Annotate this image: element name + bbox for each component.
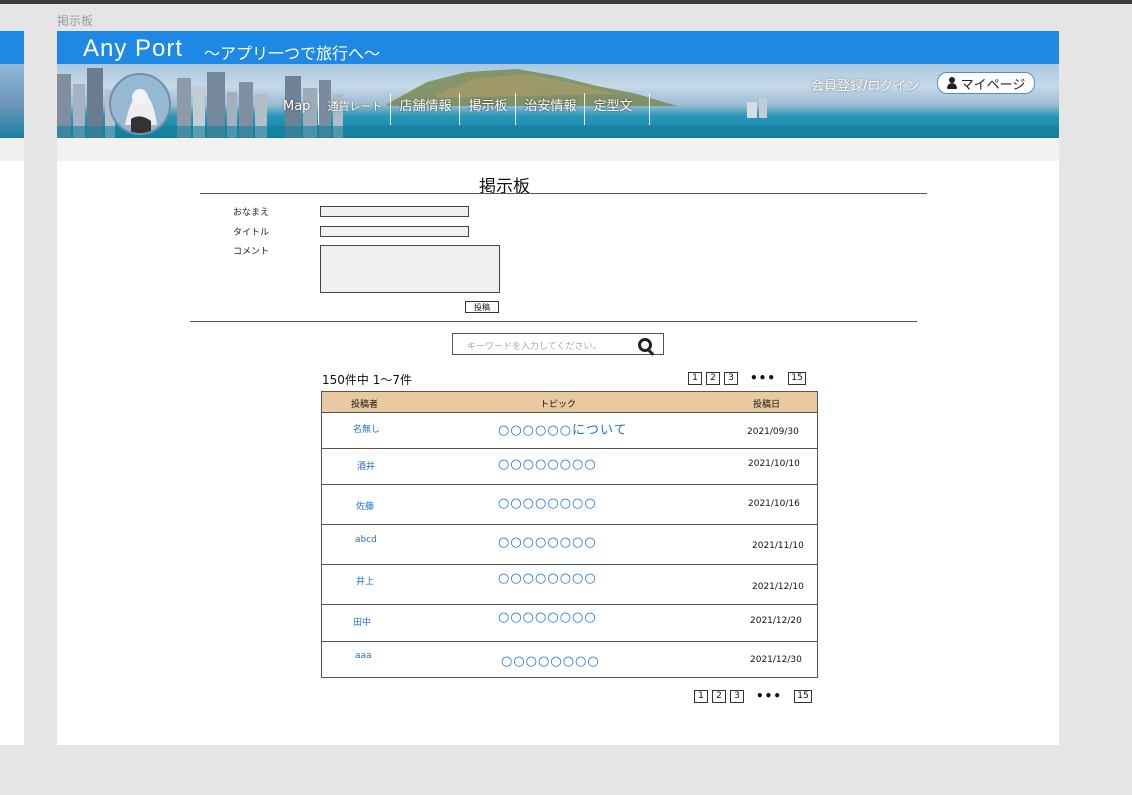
table-row[interactable]: 井上 ○○○○○○○○ 2021/12/10 (322, 565, 817, 605)
row-author[interactable]: 酒井 (357, 459, 375, 472)
app-header: Any Port 〜アプリ一つで旅行へ〜 (57, 31, 1059, 64)
post-button[interactable]: 投稿 (465, 301, 499, 313)
row-topic[interactable]: ○○○○○○について (498, 419, 628, 438)
nav-board[interactable]: 掲示板 (460, 93, 517, 125)
adjacent-frame-hero (0, 64, 24, 138)
page-last-button[interactable]: 15 (794, 689, 813, 703)
row-author[interactable]: 名無し (353, 422, 380, 435)
row-date: 2021/10/10 (748, 459, 800, 469)
adjacent-frame-header (0, 31, 24, 64)
row-author[interactable]: 佐藤 (356, 499, 374, 512)
result-count: 150件中 1〜7件 (322, 373, 412, 387)
table-row[interactable]: 酒井 ○○○○○○○○ 2021/10/10 (322, 449, 817, 485)
row-date: 2021/12/30 (750, 655, 802, 665)
nav-currency-rate[interactable]: 通貨レート (319, 93, 392, 125)
table-row[interactable]: 田中 ○○○○○○○○ 2021/12/20 (322, 605, 817, 642)
form-divider (190, 321, 917, 322)
row-author[interactable]: 井上 (356, 574, 374, 587)
nav-phrases[interactable]: 定型文 (585, 93, 650, 125)
row-author[interactable]: 田中 (353, 615, 371, 628)
page-2-button[interactable]: 2 (706, 371, 720, 385)
title-divider (200, 193, 927, 194)
page-3-button[interactable]: 3 (730, 689, 744, 703)
search-box[interactable]: キーワードを入力してください。 (452, 333, 664, 355)
row-author[interactable]: aaa (355, 651, 372, 661)
table-row[interactable]: abcd ○○○○○○○○ 2021/11/10 (322, 525, 817, 565)
row-author[interactable]: abcd (355, 535, 377, 545)
row-date: 2021/12/10 (752, 582, 804, 592)
row-topic[interactable]: ○○○○○○○○ (501, 654, 600, 669)
adjacent-frame (0, 31, 24, 745)
page-1-button[interactable]: 1 (688, 371, 702, 385)
hero-banner: Map 通貨レート 店舗情報 掲示板 治安情報 定型文 会員登録/ログイン マイ… (57, 64, 1059, 138)
table-row[interactable]: 名無し ○○○○○○について 2021/09/30 (322, 413, 817, 449)
col-date: 投稿日 (753, 400, 781, 410)
nav-map[interactable]: Map (273, 93, 320, 125)
page-3-button[interactable]: 3 (724, 371, 738, 385)
comment-label: コメント (233, 247, 270, 257)
pagination-bottom: 1 2 3 ••• 15 (694, 689, 813, 703)
mypage-button[interactable]: マイページ (937, 72, 1035, 94)
row-date: 2021/11/10 (752, 541, 804, 551)
row-date: 2021/12/20 (750, 616, 802, 626)
page-2-button[interactable]: 2 (712, 689, 726, 703)
col-author: 投稿者 (351, 400, 379, 410)
person-icon (946, 77, 957, 89)
row-topic[interactable]: ○○○○○○○○ (498, 535, 597, 550)
row-date: 2021/10/16 (748, 499, 800, 509)
row-topic[interactable]: ○○○○○○○○ (498, 571, 597, 586)
mypage-label: マイページ (960, 77, 1026, 93)
nav-store-info[interactable]: 店舗情報 (391, 93, 461, 125)
page-ellipsis: ••• (750, 371, 777, 385)
main-nav: Map 通貨レート 店舗情報 掲示板 治安情報 定型文 (273, 93, 650, 125)
subheader-strip (57, 138, 1059, 161)
login-link[interactable]: 会員登録/ログイン (811, 75, 919, 94)
table-header: 投稿者 トピック 投稿日 (322, 392, 817, 413)
row-topic[interactable]: ○○○○○○○○ (498, 496, 597, 511)
search-input[interactable]: キーワードを入力してください。 (467, 339, 601, 352)
app-name[interactable]: Any Port (83, 35, 183, 63)
frame-label: 掲示板 (57, 14, 94, 28)
search-icon[interactable] (638, 338, 652, 352)
page-last-button[interactable]: 15 (788, 371, 807, 385)
row-topic[interactable]: ○○○○○○○○ (498, 457, 597, 472)
topic-table: 投稿者 トピック 投稿日 名無し ○○○○○○について 2021/09/30 酒… (321, 391, 818, 678)
row-topic[interactable]: ○○○○○○○○ (498, 610, 597, 625)
app-logo[interactable] (109, 73, 171, 135)
page-ellipsis: ••• (756, 689, 783, 703)
table-row[interactable]: aaa ○○○○○○○○ 2021/12/30 (322, 642, 817, 677)
name-field[interactable] (320, 206, 469, 217)
title-field[interactable] (320, 226, 469, 237)
board-page: Any Port 〜アプリ一つで旅行へ〜 Map 通貨レート 店舗情報 掲示板 … (57, 31, 1059, 745)
app-tagline: 〜アプリ一つで旅行へ〜 (204, 44, 381, 63)
adjacent-frame-strip (0, 138, 24, 161)
window-top-bar (0, 0, 1132, 4)
col-topic: トピック (540, 400, 577, 410)
comment-field[interactable] (320, 245, 500, 293)
nav-safety-info[interactable]: 治安情報 (516, 93, 586, 125)
page-1-button[interactable]: 1 (694, 689, 708, 703)
name-label: おなまえ (233, 208, 270, 218)
title-label: タイトル (233, 228, 270, 238)
table-row[interactable]: 佐藤 ○○○○○○○○ 2021/10/16 (322, 485, 817, 525)
pagination-top: 1 2 3 ••• 15 (688, 371, 807, 385)
row-date: 2021/09/30 (747, 427, 799, 437)
